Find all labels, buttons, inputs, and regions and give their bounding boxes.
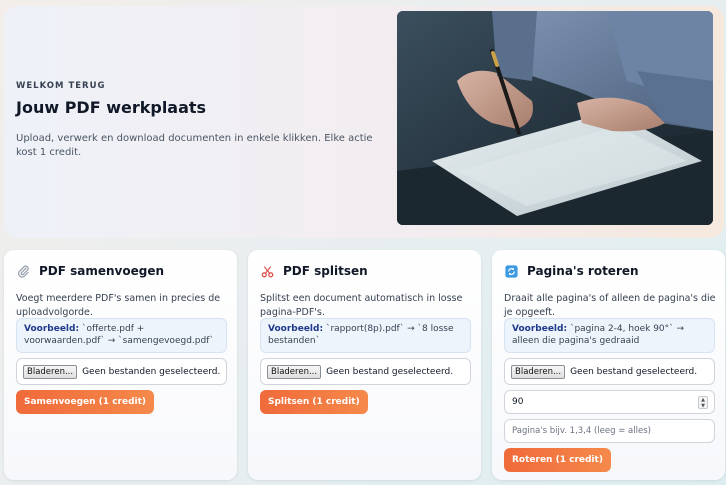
- split-button[interactable]: Splitsen (1 credit): [260, 390, 368, 414]
- merge-button[interactable]: Samenvoegen (1 credit): [16, 390, 155, 414]
- rotate-card: Pagina's roteren Draait alle pagina's of…: [492, 250, 725, 480]
- split-file-status: Geen bestand geselecteerd.: [326, 366, 454, 377]
- merge-card-description: Voegt meerdere PDF's samen in precies de…: [16, 293, 221, 318]
- rotate-card-description: Draait alle pagina's of alleen de pagina…: [504, 293, 716, 318]
- rotate-file-input[interactable]: Bladeren... Geen bestand geselecteerd.: [504, 358, 715, 385]
- merge-example-label: Voorbeeld:: [24, 324, 80, 334]
- rotate-card-header: Pagina's roteren: [504, 264, 639, 278]
- split-file-input[interactable]: Bladeren... Geen bestand geselecteerd.: [260, 358, 471, 385]
- pages-placeholder: Pagina's bijv. 1,3,4 (leeg = alles): [512, 426, 651, 436]
- rotate-browse-button[interactable]: Bladeren...: [511, 364, 566, 379]
- rotation-angle-input[interactable]: 90 ▲ ▼: [504, 390, 715, 414]
- merge-file-input[interactable]: Bladeren... Geen bestanden geselecteerd.: [16, 358, 227, 385]
- rotation-angle-value: 90: [512, 397, 524, 407]
- rotate-button[interactable]: Roteren (1 credit): [504, 448, 611, 472]
- angle-stepper[interactable]: ▲ ▼: [698, 396, 708, 409]
- paperclip-icon: [16, 264, 30, 278]
- split-browse-button[interactable]: Bladeren...: [267, 364, 322, 379]
- rotate-icon: [504, 264, 518, 278]
- split-card: PDF splitsen Splitst een document automa…: [248, 250, 481, 480]
- scissors-icon: [260, 264, 274, 278]
- merge-card-header: PDF samenvoegen: [16, 264, 164, 278]
- merge-card-title: PDF samenvoegen: [39, 264, 165, 278]
- merge-example-box: Voorbeeld: `offerte.pdf + voorwaarden.pd…: [16, 318, 227, 353]
- rotate-file-status: Geen bestand geselecteerd.: [570, 366, 698, 377]
- rotate-card-title: Pagina's roteren: [527, 264, 639, 278]
- split-card-header: PDF splitsen: [260, 264, 368, 278]
- page-title: Jouw PDF werkplaats: [16, 98, 207, 117]
- merge-card: PDF samenvoegen Voegt meerdere PDF's sam…: [4, 250, 237, 480]
- split-example-label: Voorbeeld:: [268, 324, 324, 334]
- merge-browse-button[interactable]: Bladeren...: [23, 364, 78, 379]
- split-card-description: Splitst een document automatisch in loss…: [260, 293, 463, 318]
- merge-file-status: Geen bestanden geselecteerd.: [82, 366, 221, 377]
- split-example-box: Voorbeeld: `rapport(8p).pdf` → `8 losse …: [260, 318, 471, 353]
- hero-photo-signing-document: [397, 11, 713, 225]
- split-card-title: PDF splitsen: [283, 264, 368, 278]
- rotate-example-label: Voorbeeld:: [512, 324, 568, 334]
- pages-input[interactable]: Pagina's bijv. 1,3,4 (leeg = alles): [504, 419, 715, 443]
- welcome-eyebrow: WELKOM TERUG: [16, 81, 106, 91]
- rotate-example-box: Voorbeeld: `pagina 2-4, hoek 90°` → alle…: [504, 318, 715, 353]
- hero-lead-text: Upload, verwerk en download documenten i…: [16, 133, 373, 158]
